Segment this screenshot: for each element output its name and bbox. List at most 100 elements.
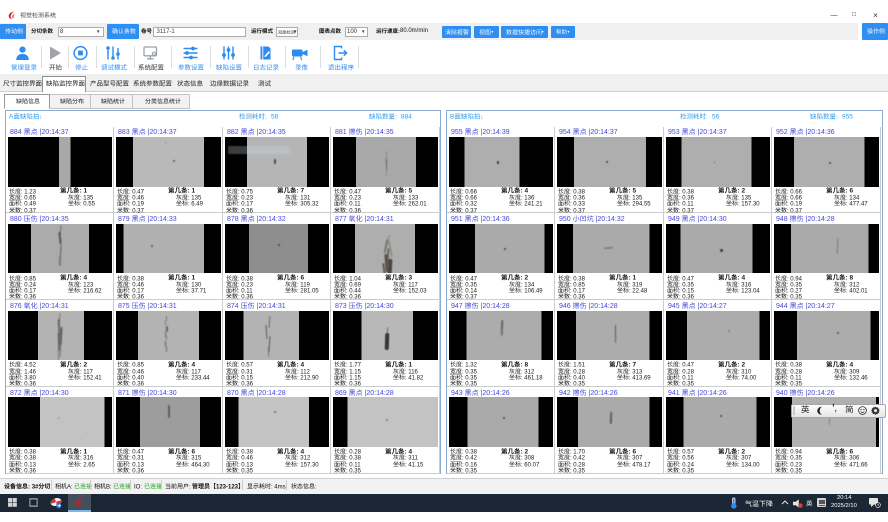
svg-text:157.30: 157.30 — [741, 202, 760, 208]
svg-text:|20:14:30: |20:14:30 — [39, 390, 68, 397]
svg-text:402.01: 402.01 — [850, 288, 869, 294]
svg-text:60.07: 60.07 — [524, 462, 540, 468]
svg-text:↓: ↓ — [39, 113, 42, 120]
svg-text::: : — [188, 202, 190, 208]
svg-text::: : — [846, 375, 848, 381]
svg-text::: : — [21, 468, 23, 474]
svg-text::: : — [629, 375, 631, 381]
svg-text:955: 955 — [842, 114, 853, 121]
svg-text::: : — [679, 468, 681, 474]
svg-text:461.18: 461.18 — [524, 375, 543, 381]
svg-text:|20:14:26: |20:14:26 — [697, 390, 726, 397]
svg-text:|20:14:26: |20:14:26 — [589, 390, 618, 397]
svg-text:953: 953 — [668, 129, 680, 136]
svg-text:881: 881 — [335, 129, 347, 136]
svg-text:|20:14:35: |20:14:35 — [256, 129, 285, 136]
svg-text:37.71: 37.71 — [191, 288, 207, 294]
svg-text:216.62: 216.62 — [83, 288, 102, 294]
svg-text:123-123: 123-123 — [216, 484, 239, 490]
svg-text:|20:14:28: |20:14:28 — [480, 303, 509, 310]
svg-text::: : — [462, 468, 464, 474]
svg-text:478.17: 478.17 — [632, 462, 651, 468]
svg-text:954: 954 — [559, 129, 571, 136]
svg-text::: : — [629, 288, 631, 294]
svg-text::: : — [846, 202, 848, 208]
svg-text:|20:14:31: |20:14:31 — [148, 303, 177, 310]
svg-text:940: 940 — [776, 390, 788, 397]
svg-text:123.04: 123.04 — [741, 288, 760, 294]
svg-text:|20:14:35: |20:14:35 — [365, 129, 394, 136]
svg-text::: : — [297, 202, 299, 208]
svg-text:157.30: 157.30 — [300, 462, 319, 468]
svg-text:952: 952 — [776, 129, 788, 136]
svg-text:949: 949 — [668, 216, 680, 223]
svg-text:|20:14:37: |20:14:37 — [697, 129, 726, 136]
svg-text::: : — [265, 114, 267, 121]
svg-text:241.21: 241.21 — [524, 202, 543, 208]
svg-text::: : — [405, 375, 407, 381]
svg-text:41.15: 41.15 — [409, 462, 425, 468]
svg-text:|20:14:28: |20:14:28 — [256, 390, 285, 397]
svg-text::: : — [738, 375, 740, 381]
svg-text:|20:14:28: |20:14:28 — [365, 390, 394, 397]
svg-text::: : — [787, 468, 789, 474]
svg-text:|20:14:30: |20:14:30 — [365, 303, 394, 310]
svg-text:869: 869 — [335, 390, 347, 397]
svg-text:22.48: 22.48 — [632, 288, 648, 294]
svg-text::: : — [706, 114, 708, 121]
svg-text:2.65: 2.65 — [83, 462, 95, 468]
svg-text::: : — [738, 462, 740, 468]
svg-text:152.03: 152.03 — [409, 288, 428, 294]
svg-text:305.32: 305.32 — [300, 202, 319, 208]
svg-text:413.69: 413.69 — [632, 375, 651, 381]
svg-text:|20:14:36: |20:14:36 — [806, 129, 835, 136]
svg-text:877: 877 — [335, 216, 347, 223]
svg-text:74.00: 74.00 — [741, 375, 757, 381]
svg-text:|20:14:26: |20:14:26 — [480, 390, 509, 397]
svg-text:0.35: 0.35 — [350, 468, 362, 474]
svg-text::: : — [405, 288, 407, 294]
svg-text:212.90: 212.90 — [300, 375, 319, 381]
svg-text::: : — [629, 462, 631, 468]
svg-text:870: 870 — [227, 390, 239, 397]
svg-text::: : — [521, 288, 523, 294]
svg-text::: : — [271, 484, 273, 490]
svg-text:884: 884 — [10, 129, 22, 136]
svg-text:879: 879 — [118, 216, 130, 223]
svg-text::: : — [188, 375, 190, 381]
svg-text:0.36: 0.36 — [132, 468, 144, 474]
svg-text::: : — [405, 462, 407, 468]
svg-text:281.05: 281.05 — [300, 288, 319, 294]
svg-text::: : — [521, 462, 523, 468]
svg-text:955: 955 — [451, 129, 463, 136]
svg-text:A: A — [9, 113, 14, 120]
svg-text:↓: ↓ — [480, 113, 483, 120]
svg-text:106.49: 106.49 — [524, 288, 543, 294]
svg-text:0.36: 0.36 — [24, 468, 36, 474]
svg-text:262.01: 262.01 — [409, 202, 428, 208]
svg-text:|20:14:30: |20:14:30 — [697, 216, 726, 223]
svg-text:|20:14:31: |20:14:31 — [256, 303, 285, 310]
svg-text::: : — [570, 468, 572, 474]
svg-text:945: 945 — [668, 303, 680, 310]
svg-text:|20:14:33: |20:14:33 — [148, 216, 177, 223]
svg-text:6.49: 6.49 — [191, 202, 203, 208]
svg-text:294.55: 294.55 — [632, 202, 651, 208]
svg-text:|20:14:35: |20:14:35 — [39, 216, 68, 223]
svg-text::: : — [846, 288, 848, 294]
svg-text:0.35: 0.35 — [241, 468, 253, 474]
svg-text:|20:14:28: |20:14:28 — [806, 216, 835, 223]
svg-text:471.66: 471.66 — [850, 462, 869, 468]
svg-text::: : — [238, 468, 240, 474]
svg-text::: : — [315, 484, 317, 490]
svg-text:947: 947 — [451, 303, 463, 310]
svg-text:951: 951 — [451, 216, 463, 223]
svg-text:880: 880 — [10, 216, 22, 223]
svg-text:0.35: 0.35 — [573, 468, 585, 474]
svg-text::: : — [297, 375, 299, 381]
svg-text:464.30: 464.30 — [191, 462, 210, 468]
svg-text:882: 882 — [227, 129, 239, 136]
svg-text:56: 56 — [712, 114, 720, 121]
svg-text:944: 944 — [776, 303, 788, 310]
svg-text:948: 948 — [776, 216, 788, 223]
